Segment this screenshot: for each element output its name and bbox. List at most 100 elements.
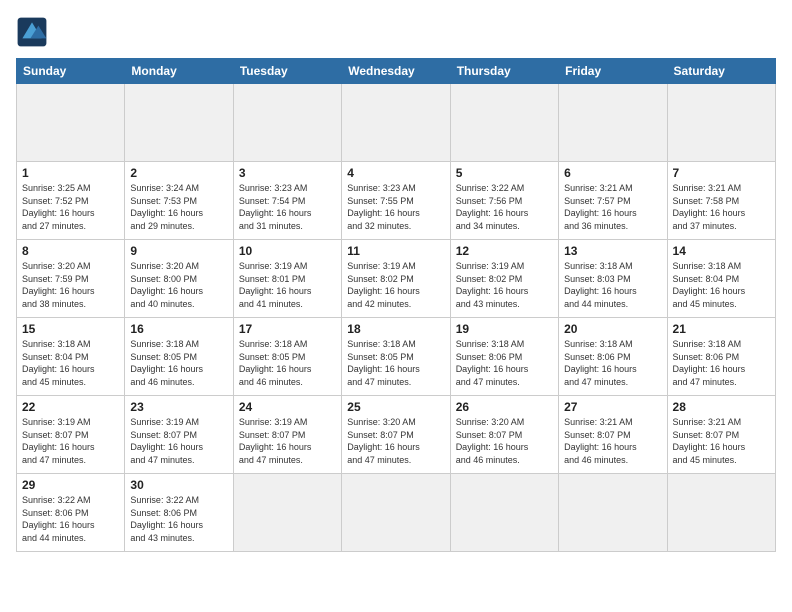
day-info: Sunrise: 3:18 AM Sunset: 8:06 PM Dayligh… xyxy=(456,338,553,388)
weekday-header-friday: Friday xyxy=(559,59,667,84)
day-number: 11 xyxy=(347,244,444,258)
day-info: Sunrise: 3:18 AM Sunset: 8:03 PM Dayligh… xyxy=(564,260,661,310)
calendar-cell: 24 Sunrise: 3:19 AM Sunset: 8:07 PM Dayli… xyxy=(233,396,341,474)
calendar-cell: 16 Sunrise: 3:18 AM Sunset: 8:05 PM Dayli… xyxy=(125,318,233,396)
weekday-header-tuesday: Tuesday xyxy=(233,59,341,84)
day-info: Sunrise: 3:22 AM Sunset: 8:06 PM Dayligh… xyxy=(22,494,119,544)
day-number: 16 xyxy=(130,322,227,336)
logo xyxy=(16,16,52,48)
calendar-cell: 18 Sunrise: 3:18 AM Sunset: 8:05 PM Dayli… xyxy=(342,318,450,396)
day-number: 30 xyxy=(130,478,227,492)
day-info: Sunrise: 3:18 AM Sunset: 8:05 PM Dayligh… xyxy=(347,338,444,388)
header xyxy=(16,16,776,48)
calendar-cell: 30 Sunrise: 3:22 AM Sunset: 8:06 PM Dayli… xyxy=(125,474,233,552)
day-number: 24 xyxy=(239,400,336,414)
calendar-cell: 26 Sunrise: 3:20 AM Sunset: 8:07 PM Dayli… xyxy=(450,396,558,474)
day-info: Sunrise: 3:19 AM Sunset: 8:07 PM Dayligh… xyxy=(22,416,119,466)
calendar-row: 22 Sunrise: 3:19 AM Sunset: 8:07 PM Dayli… xyxy=(17,396,776,474)
calendar-row xyxy=(17,84,776,162)
day-info: Sunrise: 3:18 AM Sunset: 8:04 PM Dayligh… xyxy=(22,338,119,388)
calendar-cell: 22 Sunrise: 3:19 AM Sunset: 8:07 PM Dayli… xyxy=(17,396,125,474)
day-info: Sunrise: 3:18 AM Sunset: 8:06 PM Dayligh… xyxy=(564,338,661,388)
calendar-cell: 28Sunrise: 3:21 AM Sunset: 8:07 PM Dayli… xyxy=(667,396,775,474)
calendar-cell xyxy=(559,474,667,552)
day-info: Sunrise: 3:24 AM Sunset: 7:53 PM Dayligh… xyxy=(130,182,227,232)
calendar-cell: 1 Sunrise: 3:25 AM Sunset: 7:52 PM Daylig… xyxy=(17,162,125,240)
calendar-cell: 5Sunrise: 3:22 AM Sunset: 7:56 PM Daylig… xyxy=(450,162,558,240)
day-number: 23 xyxy=(130,400,227,414)
calendar-cell: 19 Sunrise: 3:18 AM Sunset: 8:06 PM Dayli… xyxy=(450,318,558,396)
calendar-cell: 20 Sunrise: 3:18 AM Sunset: 8:06 PM Dayli… xyxy=(559,318,667,396)
calendar-cell: 7 Sunrise: 3:21 AM Sunset: 7:58 PM Daylig… xyxy=(667,162,775,240)
weekday-header-row: SundayMondayTuesdayWednesdayThursdayFrid… xyxy=(17,59,776,84)
day-info: Sunrise: 3:20 AM Sunset: 8:07 PM Dayligh… xyxy=(456,416,553,466)
calendar-cell xyxy=(233,84,341,162)
day-number: 9 xyxy=(130,244,227,258)
day-number: 10 xyxy=(239,244,336,258)
day-number: 29 xyxy=(22,478,119,492)
day-number: 8 xyxy=(22,244,119,258)
calendar-cell: 15Sunrise: 3:18 AM Sunset: 8:04 PM Dayli… xyxy=(17,318,125,396)
calendar-row: 15Sunrise: 3:18 AM Sunset: 8:04 PM Dayli… xyxy=(17,318,776,396)
day-info: Sunrise: 3:18 AM Sunset: 8:04 PM Dayligh… xyxy=(673,260,770,310)
calendar-cell: 6Sunrise: 3:21 AM Sunset: 7:57 PM Daylig… xyxy=(559,162,667,240)
day-number: 14 xyxy=(673,244,770,258)
logo-icon xyxy=(16,16,48,48)
calendar-cell xyxy=(450,474,558,552)
day-info: Sunrise: 3:19 AM Sunset: 8:07 PM Dayligh… xyxy=(239,416,336,466)
day-number: 12 xyxy=(456,244,553,258)
day-number: 22 xyxy=(22,400,119,414)
day-number: 5 xyxy=(456,166,553,180)
calendar-cell xyxy=(342,474,450,552)
calendar-row: 29 Sunrise: 3:22 AM Sunset: 8:06 PM Dayli… xyxy=(17,474,776,552)
calendar-cell: 9 Sunrise: 3:20 AM Sunset: 8:00 PM Daylig… xyxy=(125,240,233,318)
day-info: Sunrise: 3:19 AM Sunset: 8:02 PM Dayligh… xyxy=(347,260,444,310)
calendar-row: 1 Sunrise: 3:25 AM Sunset: 7:52 PM Daylig… xyxy=(17,162,776,240)
calendar-cell: 27Sunrise: 3:21 AM Sunset: 8:07 PM Dayli… xyxy=(559,396,667,474)
calendar-cell: 12Sunrise: 3:19 AM Sunset: 8:02 PM Dayli… xyxy=(450,240,558,318)
calendar-cell xyxy=(233,474,341,552)
day-number: 19 xyxy=(456,322,553,336)
day-info: Sunrise: 3:21 AM Sunset: 8:07 PM Dayligh… xyxy=(673,416,770,466)
day-number: 3 xyxy=(239,166,336,180)
weekday-header-monday: Monday xyxy=(125,59,233,84)
weekday-header-wednesday: Wednesday xyxy=(342,59,450,84)
day-info: Sunrise: 3:18 AM Sunset: 8:05 PM Dayligh… xyxy=(239,338,336,388)
day-number: 17 xyxy=(239,322,336,336)
day-number: 1 xyxy=(22,166,119,180)
day-info: Sunrise: 3:22 AM Sunset: 8:06 PM Dayligh… xyxy=(130,494,227,544)
day-number: 26 xyxy=(456,400,553,414)
day-number: 7 xyxy=(673,166,770,180)
calendar-cell: 13 Sunrise: 3:18 AM Sunset: 8:03 PM Dayli… xyxy=(559,240,667,318)
day-number: 25 xyxy=(347,400,444,414)
page: SundayMondayTuesdayWednesdayThursdayFrid… xyxy=(0,0,792,612)
day-info: Sunrise: 3:20 AM Sunset: 8:00 PM Dayligh… xyxy=(130,260,227,310)
calendar-cell: 29 Sunrise: 3:22 AM Sunset: 8:06 PM Dayli… xyxy=(17,474,125,552)
weekday-header-saturday: Saturday xyxy=(667,59,775,84)
day-number: 27 xyxy=(564,400,661,414)
calendar-row: 8Sunrise: 3:20 AM Sunset: 7:59 PM Daylig… xyxy=(17,240,776,318)
calendar-cell: 23 Sunrise: 3:19 AM Sunset: 8:07 PM Dayli… xyxy=(125,396,233,474)
day-number: 20 xyxy=(564,322,661,336)
day-info: Sunrise: 3:20 AM Sunset: 8:07 PM Dayligh… xyxy=(347,416,444,466)
day-info: Sunrise: 3:19 AM Sunset: 8:07 PM Dayligh… xyxy=(130,416,227,466)
day-info: Sunrise: 3:25 AM Sunset: 7:52 PM Dayligh… xyxy=(22,182,119,232)
calendar-cell xyxy=(125,84,233,162)
calendar-cell: 8Sunrise: 3:20 AM Sunset: 7:59 PM Daylig… xyxy=(17,240,125,318)
calendar-cell: 2 Sunrise: 3:24 AM Sunset: 7:53 PM Daylig… xyxy=(125,162,233,240)
weekday-header-sunday: Sunday xyxy=(17,59,125,84)
day-number: 21 xyxy=(673,322,770,336)
calendar-cell: 3 Sunrise: 3:23 AM Sunset: 7:54 PM Daylig… xyxy=(233,162,341,240)
day-info: Sunrise: 3:18 AM Sunset: 8:05 PM Dayligh… xyxy=(130,338,227,388)
day-info: Sunrise: 3:23 AM Sunset: 7:54 PM Dayligh… xyxy=(239,182,336,232)
day-number: 2 xyxy=(130,166,227,180)
calendar-cell: 4Sunrise: 3:23 AM Sunset: 7:55 PM Daylig… xyxy=(342,162,450,240)
calendar-cell xyxy=(342,84,450,162)
calendar-cell: 21Sunrise: 3:18 AM Sunset: 8:06 PM Dayli… xyxy=(667,318,775,396)
day-info: Sunrise: 3:21 AM Sunset: 7:58 PM Dayligh… xyxy=(673,182,770,232)
calendar-cell: 10Sunrise: 3:19 AM Sunset: 8:01 PM Dayli… xyxy=(233,240,341,318)
day-info: Sunrise: 3:21 AM Sunset: 7:57 PM Dayligh… xyxy=(564,182,661,232)
day-number: 13 xyxy=(564,244,661,258)
weekday-header-thursday: Thursday xyxy=(450,59,558,84)
day-number: 18 xyxy=(347,322,444,336)
